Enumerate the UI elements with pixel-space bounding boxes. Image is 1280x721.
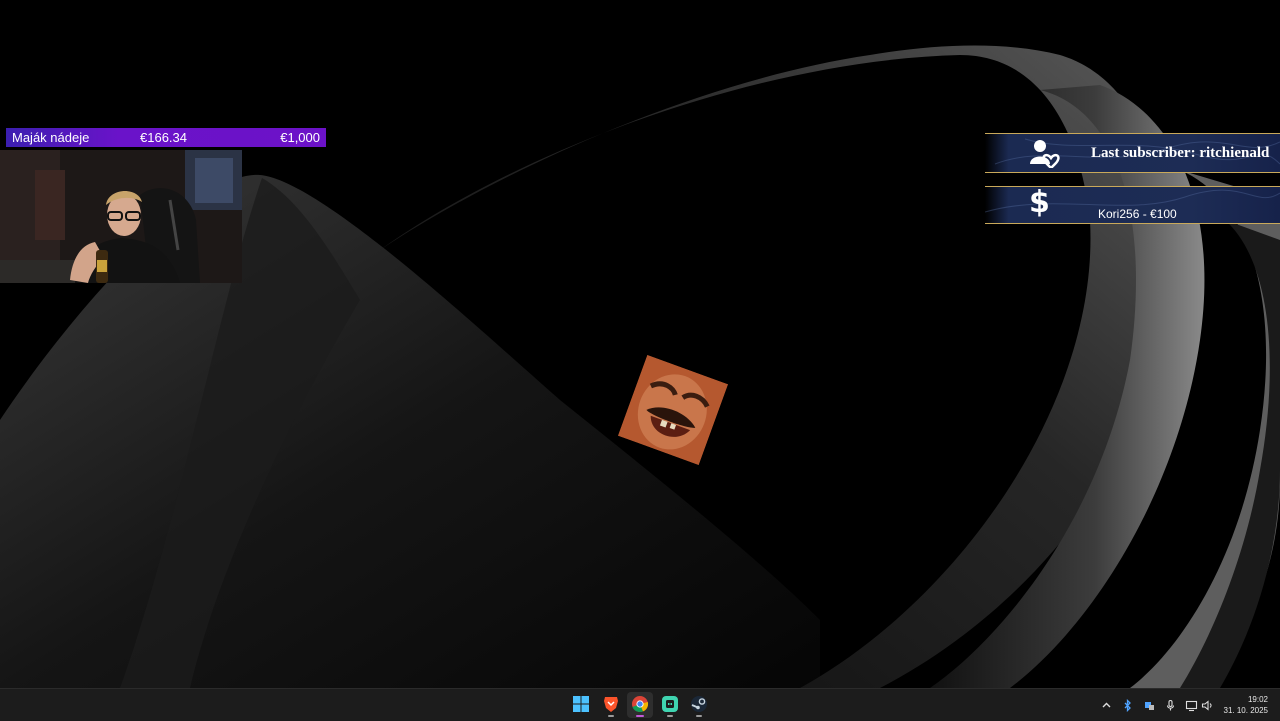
display-icon[interactable] — [1185, 699, 1198, 712]
volume-icon[interactable] — [1201, 699, 1214, 712]
clock-date: 31. 10. 2025 — [1223, 706, 1268, 715]
last-donation-panel: $ Kori256 - €100 — [985, 186, 1280, 224]
taskbar: 19:02 31. 10. 2025 — [0, 688, 1280, 721]
clock[interactable]: 19:02 31. 10. 2025 — [1224, 694, 1268, 716]
dollar-icon: $ — [1029, 186, 1050, 220]
goal-name: Maják nádeje — [12, 130, 90, 145]
microphone-icon[interactable] — [1164, 699, 1177, 712]
subscriber-icon — [1030, 140, 1060, 168]
chevron-up-icon[interactable] — [1100, 699, 1113, 712]
running-indicator — [608, 715, 614, 717]
taskbar-app-bot[interactable] — [657, 692, 683, 718]
last-donation-text: Kori256 - €100 — [1098, 207, 1177, 221]
start-button[interactable] — [568, 692, 594, 718]
goal-target-amount: €1,000 — [280, 130, 320, 145]
wallpaper — [0, 0, 1280, 688]
last-subscriber-panel: Last subscriber: ritchienald — [985, 133, 1280, 173]
network-icon[interactable] — [1143, 699, 1156, 712]
bluetooth-icon[interactable] — [1121, 699, 1134, 712]
desktop: Maják nádeje €166.34 €1,000 Last subscri… — [0, 0, 1280, 688]
last-subscriber-text: Last subscriber: ritchienald — [1091, 145, 1270, 161]
bot-app-icon — [662, 696, 678, 712]
clock-time: 19:02 — [1247, 695, 1268, 704]
running-indicator — [667, 715, 673, 717]
start-button-icon — [573, 696, 589, 712]
webcam-feed — [0, 150, 242, 283]
active-indicator — [636, 715, 644, 717]
chrome-icon — [632, 696, 649, 713]
steam-icon — [691, 696, 707, 712]
taskbar-app-steam[interactable] — [686, 692, 712, 718]
running-indicator — [696, 715, 702, 717]
taskbar-app-chrome[interactable] — [627, 692, 653, 718]
donation-goal-bar: Maják nádeje €166.34 €1,000 — [6, 128, 326, 147]
taskbar-app-brave[interactable] — [598, 692, 624, 718]
goal-current-amount: €166.34 — [140, 130, 187, 145]
streamer-image — [0, 150, 242, 283]
brave-icon — [604, 697, 618, 712]
